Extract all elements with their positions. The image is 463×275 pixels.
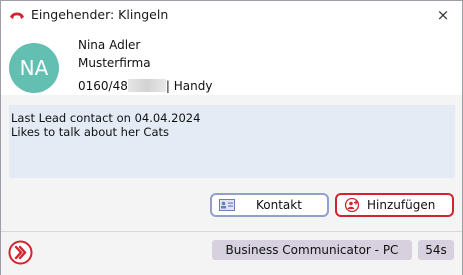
close-icon: × [436,6,450,24]
notes-text: Last Lead contact on 04.04.2024 Likes to… [11,111,201,139]
app-badge: Business Communicator - PC [212,240,412,260]
contact-card-icon [219,199,235,211]
status-bar: Business Communicator - PC 54s [1,231,462,275]
phone-ringing-icon [10,12,24,19]
notes-box[interactable]: Last Lead contact on 04.04.2024 Likes to… [9,105,455,178]
contact-info: NA Nina Adler Musterfirma 0160/48 | Handy [1,31,462,95]
close-button[interactable]: × [433,6,453,24]
add-button-label: Hinzufügen [367,198,436,212]
phone-number: 0160/48 [78,79,128,93]
call-notification-window: Eingehender: Klingeln × NA Nina Adler Mu… [0,0,463,275]
add-contact-icon [344,198,360,212]
contact-phone: 0160/48 | Handy [78,79,212,93]
contact-name: Nina Adler [78,38,141,52]
avatar: NA [9,43,59,93]
call-duration-badge: 54s [418,240,454,260]
app-logo-icon [8,240,33,265]
contact-company: Musterfirma [78,56,151,70]
window-title: Eingehender: Klingeln [31,7,169,22]
redacted-digits [127,79,166,92]
contact-button-label: Kontakt [256,198,302,212]
add-button[interactable]: Hinzufügen [335,193,454,217]
phone-type: | Handy [165,79,213,93]
title-bar: Eingehender: Klingeln × [1,1,462,31]
contact-button[interactable]: Kontakt [210,193,329,217]
